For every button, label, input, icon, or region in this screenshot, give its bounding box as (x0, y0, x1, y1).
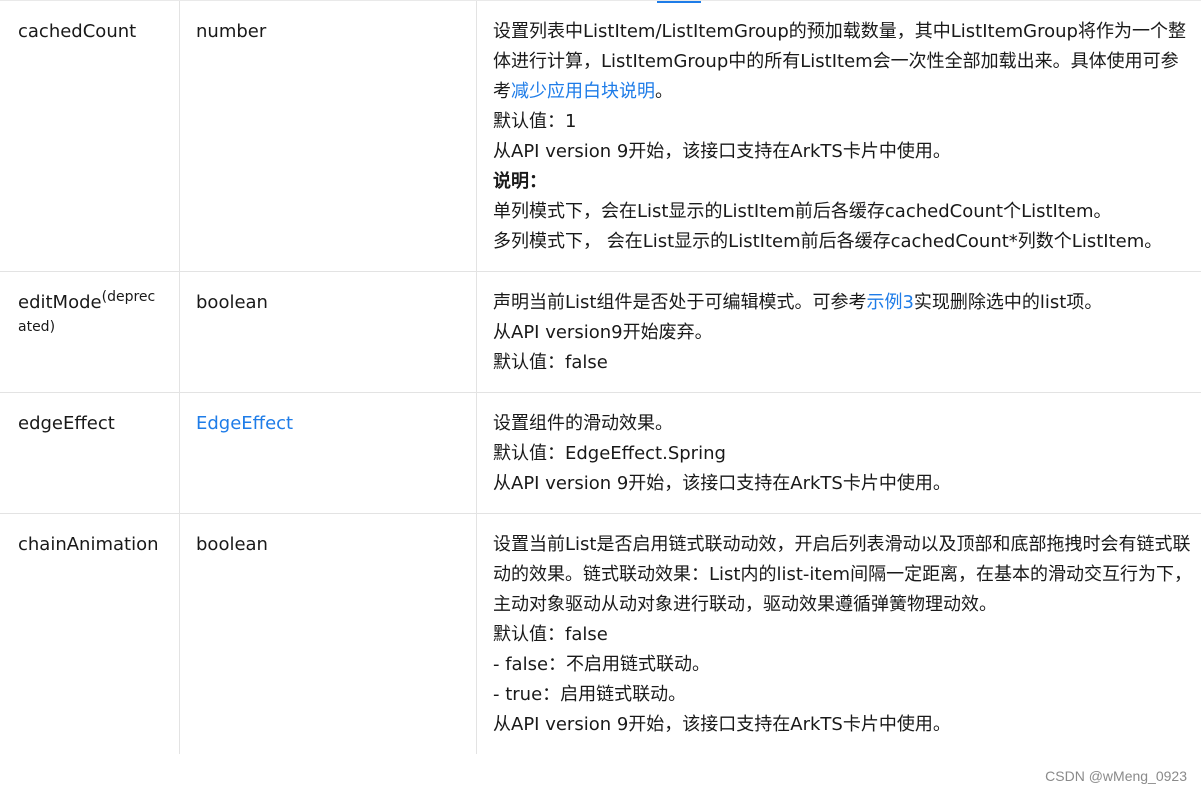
prop-name-cell: cachedCount (0, 0, 180, 272)
csdn-watermark: CSDN @wMeng_0923 (1045, 768, 1187, 784)
deprecated-note: 从API version9开始废弃。 (493, 322, 713, 343)
option-true: - true：启用链式联动。 (493, 684, 687, 705)
reduce-white-block-link[interactable]: 减少应用白块说明 (511, 81, 655, 102)
note-title: 说明： (493, 171, 547, 192)
prop-desc-cell: 设置当前List是否启用链式联动动效，开启后列表滑动以及顶部和底部拖拽时会有链式… (476, 513, 1201, 754)
prop-name-cell: edgeEffect (0, 392, 180, 514)
since-version: 从API version 9开始，该接口支持在ArkTS卡片中使用。 (493, 141, 951, 162)
default-value: 默认值：EdgeEffect.Spring (493, 443, 726, 464)
note-line: 多列模式下， 会在List显示的ListItem前后各缓存cachedCount… (493, 231, 1163, 252)
prop-name: chainAnimation (18, 534, 159, 555)
prop-type: boolean (196, 292, 268, 313)
prop-name: cachedCount (18, 21, 137, 42)
prop-type: number (196, 21, 267, 42)
prop-name-cell: chainAnimation (0, 513, 180, 754)
prop-desc-cell: 声明当前List组件是否处于可编辑模式。可参考示例3实现删除选中的list项。 … (476, 271, 1201, 393)
since-version: 从API version 9开始，该接口支持在ArkTS卡片中使用。 (493, 714, 951, 735)
default-value: 默认值：1 (493, 111, 577, 132)
prop-desc-paragraph: 设置列表中ListItem/ListItemGroup的预加载数量，其中List… (493, 21, 1186, 102)
example-3-link[interactable]: 示例3 (866, 292, 913, 313)
prop-type: boolean (196, 534, 268, 555)
table-row: editMode(deprecated) boolean 声明当前List组件是… (0, 271, 1201, 393)
prop-type-cell: boolean (179, 513, 477, 754)
prop-type-cell: number (179, 0, 477, 272)
prop-desc-paragraph: 设置组件的滑动效果。 (493, 413, 673, 434)
default-value: 默认值：false (493, 624, 608, 645)
option-false: - false：不启用链式联动。 (493, 654, 711, 675)
properties-table: cachedCount number 设置列表中ListItem/ListIte… (0, 0, 1201, 754)
prop-desc-cell: 设置列表中ListItem/ListItemGroup的预加载数量，其中List… (476, 0, 1201, 272)
note-line: 单列模式下，会在List显示的ListItem前后各缓存cachedCount个… (493, 201, 1112, 222)
default-value: 默认值：false (493, 352, 608, 373)
table-row: cachedCount number 设置列表中ListItem/ListIte… (0, 0, 1201, 272)
edge-effect-type-link[interactable]: EdgeEffect (196, 413, 293, 434)
prop-type-cell: boolean (179, 271, 477, 393)
prop-name-cell: editMode(deprecated) (0, 271, 180, 393)
table-row: chainAnimation boolean 设置当前List是否启用链式联动动… (0, 513, 1201, 754)
prop-desc-paragraph: 设置当前List是否启用链式联动动效，开启后列表滑动以及顶部和底部拖拽时会有链式… (493, 534, 1193, 615)
since-version: 从API version 9开始，该接口支持在ArkTS卡片中使用。 (493, 473, 951, 494)
prop-type-cell: EdgeEffect (179, 392, 477, 514)
prop-desc-cell: 设置组件的滑动效果。 默认值：EdgeEffect.Spring 从API ve… (476, 392, 1201, 514)
prop-desc-paragraph: 声明当前List组件是否处于可编辑模式。可参考示例3实现删除选中的list项。 (493, 292, 1103, 313)
prop-name: editMode (18, 292, 102, 313)
table-row: edgeEffect EdgeEffect 设置组件的滑动效果。 默认值：Edg… (0, 392, 1201, 514)
prop-name: edgeEffect (18, 413, 115, 434)
